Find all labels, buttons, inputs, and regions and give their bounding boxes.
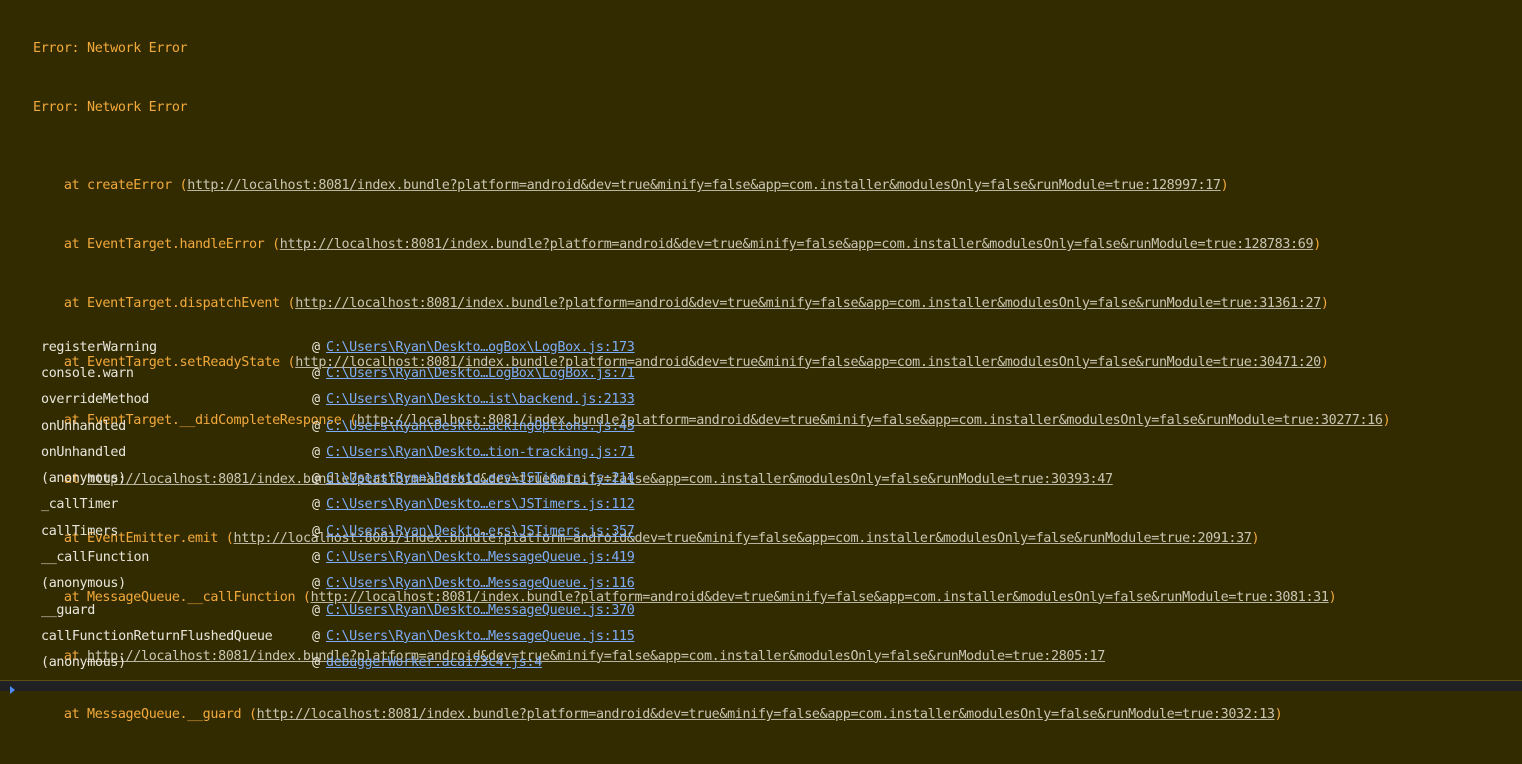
source-link[interactable]: debuggerWorker.aca173c4.js:4 <box>326 655 542 670</box>
trace-url-link[interactable]: http://localhost:8081/index.bundle?platf… <box>280 237 1314 252</box>
function-name: onUnhandled <box>41 444 126 460</box>
source-link[interactable]: C:\Users\Ryan\Deskto…ogBox\LogBox.js:173 <box>326 340 635 355</box>
function-name: console.warn <box>41 365 134 381</box>
call-stack-table: registerWarning @ C:\Users\Ryan\Deskto…ogB… <box>41 334 635 676</box>
source-link[interactable]: C:\Users\Ryan\Deskto…MessageQueue.js:419 <box>326 550 635 565</box>
function-name: onUnhandled <box>41 418 126 434</box>
trace-line: at EventTarget.handleError (http://local… <box>33 237 1321 253</box>
function-name: callFunctionReturnFlushedQueue <box>41 628 273 644</box>
function-name: registerWarning <box>41 339 157 355</box>
source-link[interactable]: C:\Users\Ryan\Deskto…ers\JSTimers.js:214 <box>326 471 635 486</box>
function-name: _callTimer <box>41 497 119 513</box>
at-symbol: @ <box>312 550 320 566</box>
call-stack-row: (anonymous) @ C:\Users\Ryan\Deskto…ers\JST… <box>41 465 635 491</box>
trace-url-link[interactable]: http://localhost:8081/index.bundle?platf… <box>187 178 1221 193</box>
error-header-line: Error: Network Error <box>33 99 188 115</box>
call-stack-row: (anonymous) @ C:\Users\Ryan\Deskto…Message… <box>41 571 635 597</box>
call-stack-row: callTimers @ C:\Users\Ryan\Deskto…ers\JSTi… <box>41 518 635 544</box>
call-stack-row: onUnhandled @ C:\Users\Ryan\Deskto…ackingO… <box>41 413 635 439</box>
at-symbol: @ <box>312 444 320 460</box>
trace-line: at createError (http://localhost:8081/in… <box>33 178 1229 194</box>
trace-line: at EventTarget.dispatchEvent (http://loc… <box>33 295 1329 311</box>
function-name: __guard <box>41 602 95 618</box>
function-name: callTimers <box>41 523 119 539</box>
chevron-right-icon <box>10 686 15 694</box>
function-name: __callFunction <box>41 550 149 566</box>
source-link[interactable]: C:\Users\Ryan\Deskto…LogBox\LogBox.js:71 <box>326 366 635 381</box>
at-symbol: @ <box>312 497 320 513</box>
call-stack-row: console.warn @ C:\Users\Ryan\Deskto…LogBox… <box>41 360 635 386</box>
at-symbol: @ <box>312 602 320 618</box>
call-stack-row: callFunctionReturnFlushedQueue @ C:\Users\… <box>41 623 635 649</box>
call-stack-row: __guard @ C:\Users\Ryan\Deskto…MessageQueu… <box>41 597 635 623</box>
devtools-console: Error: Network Error Error: Network Erro… <box>0 0 1522 722</box>
call-stack-row: registerWarning @ C:\Users\Ryan\Deskto…ogB… <box>41 334 635 360</box>
function-name: (anonymous) <box>41 655 126 671</box>
source-link[interactable]: C:\Users\Ryan\Deskto…MessageQueue.js:116 <box>326 576 635 591</box>
trace-url-link[interactable]: http://localhost:8081/index.bundle?platf… <box>257 707 1275 722</box>
at-symbol: @ <box>312 339 320 355</box>
error-header-line: Error: Network Error <box>33 41 188 57</box>
at-symbol: @ <box>312 655 320 671</box>
function-name: overrideMethod <box>41 392 149 408</box>
call-stack-row: (anonymous) @ debuggerWorker.aca173c4.js:4 <box>41 650 634 676</box>
function-name: (anonymous) <box>41 471 126 487</box>
call-stack-row: __callFunction @ C:\Users\Ryan\Deskto…Mess… <box>41 544 635 570</box>
at-symbol: @ <box>312 365 320 381</box>
source-link[interactable]: C:\Users\Ryan\Deskto…MessageQueue.js:115 <box>326 629 635 644</box>
source-link[interactable]: C:\Users\Ryan\Deskto…ers\JSTimers.js:357 <box>326 524 635 539</box>
call-stack-row: overrideMethod @ C:\Users\Ryan\Deskto…ist\… <box>41 387 635 413</box>
call-stack-row: onUnhandled @ C:\Users\Ryan\Deskto…tion-tr… <box>41 439 635 465</box>
source-link[interactable]: C:\Users\Ryan\Deskto…ackingOptions.js:43 <box>326 419 635 434</box>
at-symbol: @ <box>312 392 320 408</box>
at-symbol: @ <box>312 471 320 487</box>
source-link[interactable]: C:\Users\Ryan\Deskto…ers\JSTimers.js:112 <box>326 497 635 512</box>
source-link[interactable]: C:\Users\Ryan\Deskto…MessageQueue.js:370 <box>326 603 635 618</box>
at-symbol: @ <box>312 576 320 592</box>
source-link[interactable]: C:\Users\Ryan\Deskto…ist\backend.js:2133 <box>326 392 635 407</box>
source-link[interactable]: C:\Users\Ryan\Deskto…tion-tracking.js:71 <box>326 445 635 460</box>
function-name: (anonymous) <box>41 576 126 592</box>
trace-line: at MessageQueue.__guard (http://localhos… <box>33 707 1283 723</box>
console-prompt[interactable] <box>0 681 1522 694</box>
at-symbol: @ <box>312 418 320 434</box>
at-symbol: @ <box>312 628 320 644</box>
at-symbol: @ <box>312 523 320 539</box>
call-stack-row: _callTimer @ C:\Users\Ryan\Deskto…ers\JSTi… <box>41 492 635 518</box>
trace-url-link[interactable]: http://localhost:8081/index.bundle?platf… <box>295 296 1321 311</box>
